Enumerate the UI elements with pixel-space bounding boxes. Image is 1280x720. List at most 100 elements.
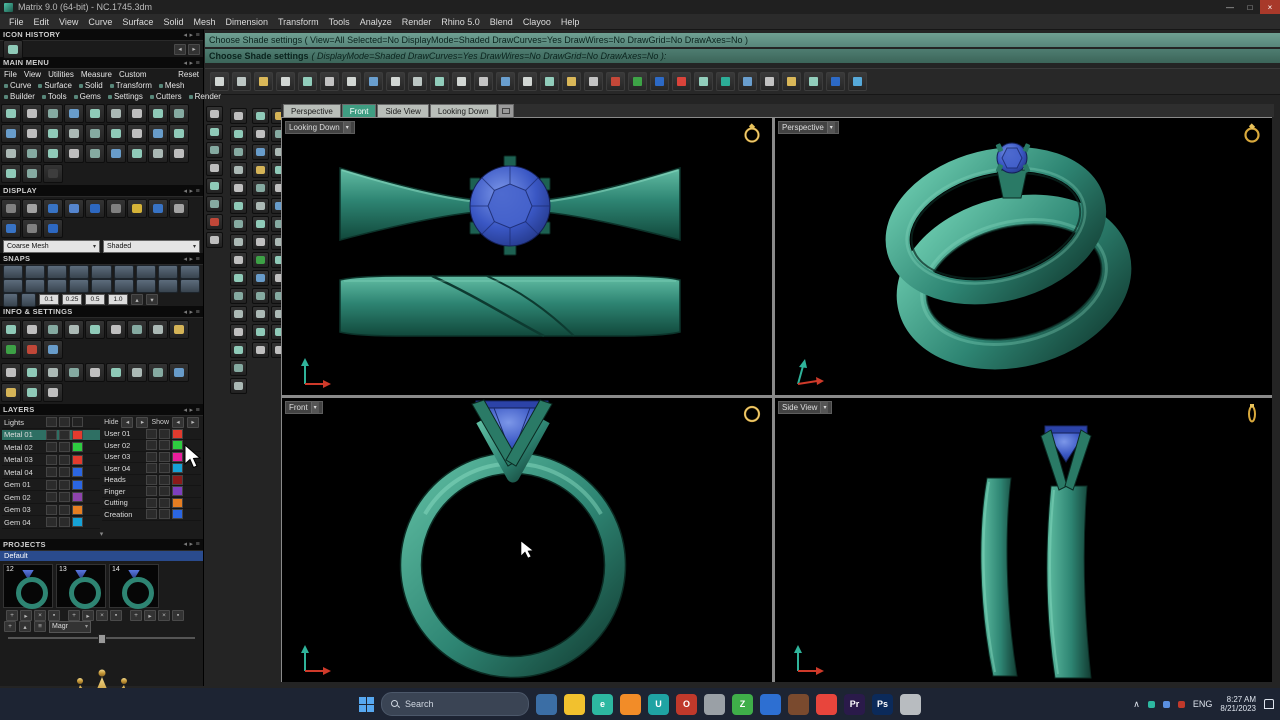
menu-item[interactable]: Rhino 5.0	[436, 17, 485, 27]
info-icon[interactable]	[85, 320, 105, 339]
taskbar-app-icon[interactable]: Pr	[844, 694, 865, 715]
header-controls[interactable]: ◂ ▸ ≡	[183, 187, 200, 195]
main-menu-tab[interactable]: Solid	[79, 81, 103, 90]
layer-color-chip[interactable]	[72, 467, 83, 477]
side-tool-icon[interactable]	[252, 126, 269, 142]
snap-button[interactable]	[180, 279, 200, 293]
taskbar-app-icon[interactable]: O	[676, 694, 697, 715]
taskbar-app-icon[interactable]	[816, 694, 837, 715]
snap-button[interactable]	[91, 279, 111, 293]
project-default-row[interactable]: Default	[0, 551, 203, 561]
side-tool-icon[interactable]	[230, 216, 247, 232]
info-icon[interactable]	[169, 363, 189, 382]
menu-item[interactable]: Tools	[324, 17, 355, 27]
tool-icon[interactable]	[1, 144, 21, 163]
info-icon[interactable]	[127, 363, 147, 382]
header-controls[interactable]: ◂ ▸ ≡	[183, 406, 200, 414]
layer-color-chip[interactable]	[72, 505, 83, 515]
layer-row[interactable]: Finger	[102, 486, 201, 498]
toolbar-icon[interactable]	[254, 72, 273, 91]
tray-app-icon[interactable]	[1178, 701, 1185, 708]
thumbnail-control-button[interactable]: +	[6, 610, 18, 621]
menu-item[interactable]: Edit	[29, 17, 55, 27]
toolbar-icon[interactable]	[210, 72, 229, 91]
info-icon[interactable]	[22, 383, 42, 402]
toolbar-icon[interactable]	[474, 72, 493, 91]
notification-icon[interactable]	[1264, 699, 1274, 709]
layer-color-chip[interactable]	[172, 509, 183, 519]
taskbar-app-icon[interactable]	[620, 694, 641, 715]
tool-icon[interactable]	[169, 144, 189, 163]
tool-icon[interactable]	[148, 124, 168, 143]
tool-icon[interactable]	[106, 124, 126, 143]
menu-item[interactable]: File	[4, 17, 29, 27]
tool-icon[interactable]	[22, 144, 42, 163]
side-tool-icon[interactable]	[252, 288, 269, 304]
main-menu-tab[interactable]: View	[24, 70, 41, 79]
layer-lock-toggle[interactable]	[159, 452, 170, 462]
layer-lock-toggle[interactable]	[159, 509, 170, 519]
snap-button[interactable]	[69, 279, 89, 293]
side-tool-icon[interactable]	[230, 162, 247, 178]
side-tool-icon[interactable]	[252, 180, 269, 196]
header-controls[interactable]: ◂ ▸ ≡	[183, 540, 200, 548]
taskbar-app-icon[interactable]	[564, 694, 585, 715]
layer-visibility-toggle[interactable]	[146, 452, 157, 462]
side-tool-icon[interactable]	[252, 162, 269, 178]
side-tool-icon[interactable]	[252, 270, 269, 286]
show-next-button[interactable]: ▸	[187, 417, 199, 428]
main-menu-tab[interactable]: Tools	[42, 92, 67, 101]
snap-button[interactable]	[158, 265, 178, 279]
tool-icon[interactable]	[1, 104, 21, 123]
display-mode-icon[interactable]	[22, 199, 42, 218]
main-menu-tab[interactable]: Transform	[110, 81, 152, 90]
info-icon[interactable]	[1, 383, 21, 402]
taskbar-app-icon[interactable]	[704, 694, 725, 715]
history-icon[interactable]	[3, 40, 23, 59]
tool-icon[interactable]	[85, 104, 105, 123]
side-tool-icon[interactable]	[230, 342, 247, 358]
layer-row[interactable]: Gem 03	[2, 505, 100, 517]
shade-mode-dropdown[interactable]: Shaded ▾	[103, 240, 200, 253]
side-tool-icon[interactable]	[252, 324, 269, 340]
main-menu-tab[interactable]: Surface	[38, 81, 72, 90]
taskbar-search[interactable]: Search	[381, 692, 529, 716]
taskbar-app-icon[interactable]	[536, 694, 557, 715]
side-tool-icon[interactable]	[230, 324, 247, 340]
header-controls[interactable]: ◂ ▸ ≡	[183, 308, 200, 316]
hide-prev-button[interactable]: ◂	[121, 417, 133, 428]
side-tool-icon[interactable]	[230, 288, 247, 304]
side-tool-icon[interactable]	[230, 126, 247, 142]
snap-button[interactable]	[3, 279, 23, 293]
thumbnail-control-button[interactable]: ▸	[20, 610, 32, 621]
toolbar-icon[interactable]	[672, 72, 691, 91]
layer-lock-toggle[interactable]	[59, 480, 70, 490]
viewport-tab-front[interactable]: Front	[342, 104, 377, 117]
info-icon[interactable]	[43, 320, 63, 339]
main-menu-tab[interactable]: Settings	[108, 92, 143, 101]
toolbar-icon[interactable]	[804, 72, 823, 91]
menu-item[interactable]: Clayoo	[518, 17, 556, 27]
snap-button[interactable]	[25, 265, 45, 279]
display-mode-icon[interactable]	[1, 219, 21, 238]
menu-item[interactable]: View	[54, 17, 83, 27]
display-mode-icon[interactable]	[85, 199, 105, 218]
viewport-side-view[interactable]: Side View ▾	[775, 398, 1272, 682]
layer-visibility-toggle[interactable]	[46, 455, 57, 465]
side-tool-icon[interactable]	[230, 378, 247, 394]
layer-visibility-toggle[interactable]	[146, 463, 157, 473]
header-controls[interactable]: ◂ ▸ ≡	[183, 31, 200, 39]
side-tool-icon[interactable]	[206, 214, 223, 230]
tool-icon[interactable]	[43, 104, 63, 123]
toolbar-icon[interactable]	[628, 72, 647, 91]
toolbar-icon[interactable]	[386, 72, 405, 91]
layer-lock-toggle[interactable]	[159, 498, 170, 508]
side-tool-icon[interactable]	[230, 252, 247, 268]
info-icon[interactable]	[22, 340, 42, 359]
viewport-tab-looking-down[interactable]: Looking Down	[430, 104, 497, 117]
history-prev-button[interactable]: ◂	[174, 44, 186, 55]
tool-icon[interactable]	[85, 124, 105, 143]
toolbar-icon[interactable]	[694, 72, 713, 91]
toolbar-icon[interactable]	[826, 72, 845, 91]
tool-icon[interactable]	[1, 164, 21, 183]
